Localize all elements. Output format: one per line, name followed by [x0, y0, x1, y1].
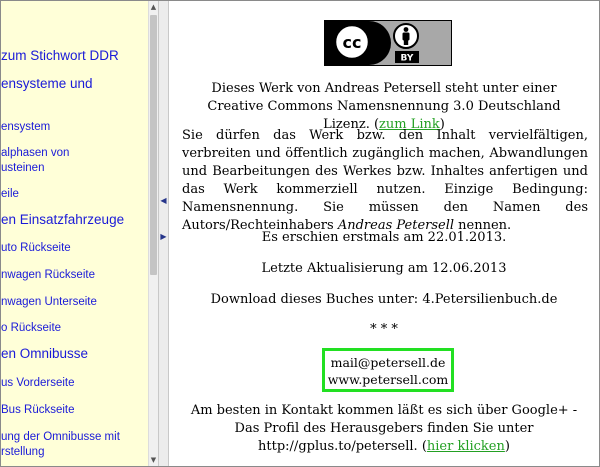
- sidebar-item-o-rueckseite[interactable]: o Rückseite: [1, 321, 61, 335]
- sidebar-item-wagen-rueckseite[interactable]: nwagen Rückseite: [1, 268, 95, 282]
- permission-paragraph: Sie dürfen das Werk bzw. den Inhalt verv…: [182, 127, 588, 235]
- scroll-down-arrow-icon[interactable]: ▼: [149, 454, 158, 466]
- scroll-thumb[interactable]: [150, 15, 157, 275]
- sidebar-item-system[interactable]: ensystem: [1, 120, 50, 134]
- sidebar-item-omnibusse-mit[interactable]: ung der Omnibusse mit: [1, 430, 120, 444]
- sidebar-scrollbar[interactable]: ▲ ▼: [148, 1, 158, 466]
- main-content: cc BY Dieses Werk von Andreas Petersell …: [168, 1, 599, 466]
- sidebar-item-wagen-unterseite[interactable]: nwagen Unterseite: [1, 295, 97, 309]
- contact-paragraph: Am besten in Kontakt kommen läßt es sich…: [182, 402, 586, 456]
- license-paragraph: Dieses Werk von Andreas Petersell steht …: [182, 80, 586, 134]
- contact-close: ): [504, 439, 510, 454]
- cc-by-license-badge[interactable]: cc BY: [324, 20, 452, 66]
- sidebar-item-bus-rueckseite[interactable]: Bus Rückseite: [1, 403, 75, 417]
- last-update: Letzte Aktualisierung am 12.06.2013: [261, 261, 507, 276]
- first-published: Es erschien erstmals am 22.01.2013.: [261, 230, 507, 245]
- sidebar-item-systeme[interactable]: ensysteme und: [1, 77, 93, 91]
- sidebar-item-teile[interactable]: eile: [1, 187, 19, 201]
- scroll-up-arrow-icon[interactable]: ▲: [149, 1, 158, 13]
- sidebar-item-omnibusse[interactable]: en Omnibusse: [1, 347, 88, 361]
- contact-highlight-box: mail@petersell.de www.petersell.com: [322, 348, 454, 392]
- browser-frame: zum Stichwort DDR ensysteme und ensystem…: [0, 0, 600, 467]
- contact-text: Am besten in Kontakt kommen läßt es sich…: [190, 403, 578, 454]
- separator-stars: * * *: [370, 322, 398, 337]
- expand-right-icon[interactable]: ▶: [159, 232, 168, 242]
- sidebar-item-einsatzfahrzeuge[interactable]: en Einsatzfahrzeuge: [1, 213, 124, 227]
- sidebar-item-bausteinen[interactable]: usteinen: [1, 161, 44, 175]
- website-address: www.petersell.com: [327, 372, 449, 387]
- sidebar-item-bus-vorderseite[interactable]: us Vorderseite: [1, 376, 75, 390]
- download-info: Download dieses Buches unter: 4.Petersil…: [210, 292, 558, 307]
- cc-by-logo-icon: cc BY: [333, 23, 419, 64]
- collapse-left-icon[interactable]: ◀: [159, 196, 168, 206]
- email-address: mail@petersell.de: [330, 355, 446, 370]
- sidebar-item-darstellung[interactable]: rstellung: [1, 445, 44, 459]
- cc-badge-text: cc: [343, 33, 362, 52]
- sidebar-item-auto-rueckseite[interactable]: uto Rückseite: [1, 241, 71, 255]
- sidebar-nav: zum Stichwort DDR ensysteme und ensystem…: [1, 1, 148, 466]
- sidebar-item-phasen[interactable]: alphasen von: [1, 146, 69, 160]
- contact-link[interactable]: hier klicken: [427, 439, 505, 454]
- by-badge-text: BY: [401, 54, 414, 64]
- sidebar-item-stichwort-ddr[interactable]: zum Stichwort DDR: [1, 49, 119, 63]
